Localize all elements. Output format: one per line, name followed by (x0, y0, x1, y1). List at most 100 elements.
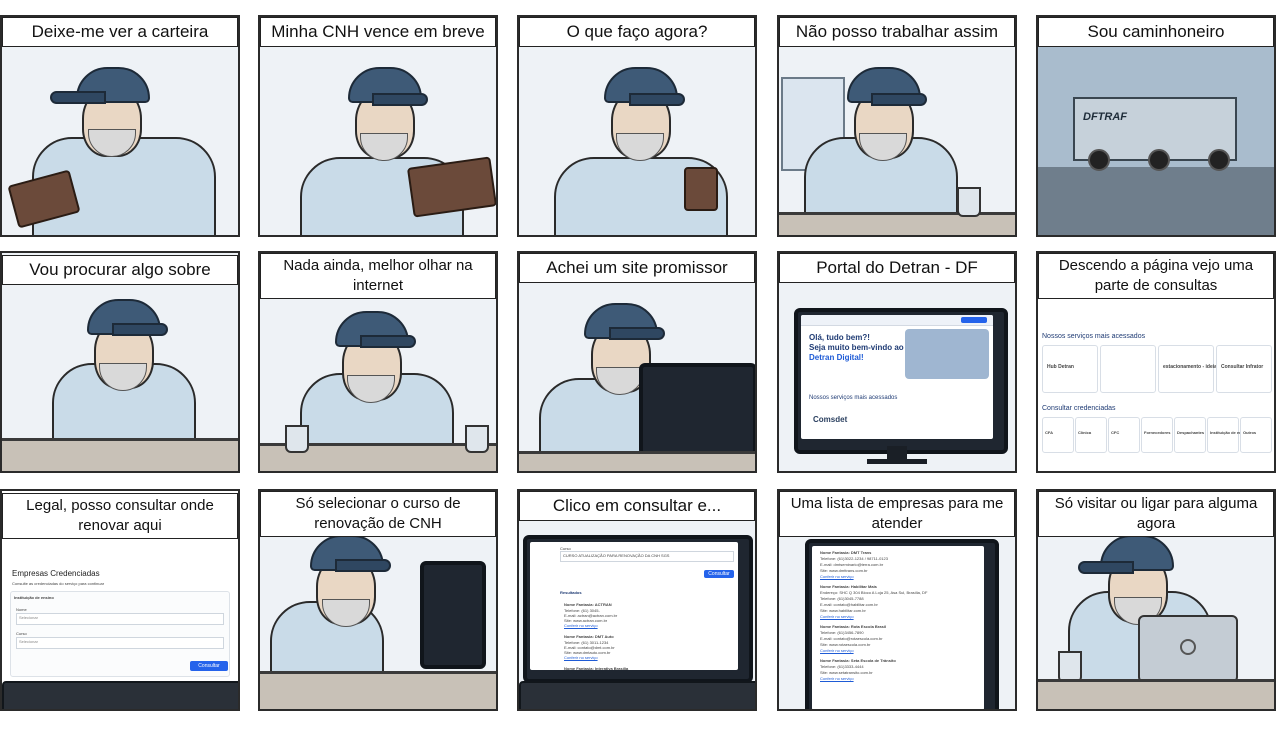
company-name: Nome Fantasia: DMT Trans (820, 550, 872, 555)
panel-caption: Sou caminhoneiro (1038, 17, 1274, 47)
panel-5: Sou caminhoneiro DFTRAF (1036, 15, 1276, 237)
company-detail: Site: www.setatransito.com.br (820, 670, 873, 675)
scene-detran-portal: Olá, tudo bem?! Seja muito bem-vindo ao … (779, 253, 1015, 471)
wallet (406, 156, 496, 218)
cup (957, 187, 981, 217)
panel-caption: Achei um site promissor (519, 253, 755, 283)
scene-resultados: Curso CURSO ATUALIZAÇÃO PARA RENOVAÇÃO D… (519, 491, 755, 709)
cred-card[interactable]: Outros (1240, 417, 1272, 453)
panel-caption: Minha CNH vence em breve (260, 17, 496, 47)
cred-card[interactable]: CFA (1042, 417, 1074, 453)
company-detail: E-mail: dmtseminario@terra.com.br (820, 562, 884, 567)
company-detail: Telefone: (61)3456-7890 (820, 630, 864, 635)
company-detail: Site: www.rotaescola.com.br (820, 642, 871, 647)
cred-card-label: Despachantes (1177, 430, 1205, 435)
panel-caption: Não posso trabalhar assim (779, 17, 1015, 47)
panel-caption: Descendo a página vejo uma parte de cons… (1038, 253, 1274, 299)
cred-card-label: CFA (1045, 430, 1053, 435)
course-select[interactable]: CURSO ATUALIZAÇÃO PARA RENOVAÇÃO DA CNH … (563, 553, 669, 558)
panel-caption: Nada ainda, melhor olhar na internet (260, 253, 496, 299)
site-brand: Detran Digital! (809, 353, 864, 362)
cred-card[interactable]: Fornecedores (1141, 417, 1173, 453)
consultar-button[interactable]: Consultar (190, 661, 228, 671)
cred-card[interactable]: CFC (1108, 417, 1140, 453)
form-subtitle: Consulte as credenciadas do serviço para… (12, 581, 105, 586)
scene-thinking (519, 17, 755, 235)
panel-caption: Legal, posso consultar onde renovar aqui (2, 493, 238, 539)
panel-15: Só visitar ou ligar para alguma agora (1036, 489, 1276, 711)
laptop (1138, 615, 1238, 683)
panel-9: Portal do Detran - DF Olá, tudo bem?! Se… (777, 251, 1017, 473)
form-section: Instituição de ensino (14, 595, 54, 600)
service-item[interactable]: Consultar Infrator (1221, 364, 1263, 370)
company-detail: Site: www.dmttrans.com.br (820, 568, 868, 573)
panel-caption: Clico em consultar e... (519, 491, 755, 521)
result-name: Nome Fantasia: DMT Auto (564, 634, 614, 639)
company-link[interactable]: Conferir no serviço (820, 648, 854, 653)
services-heading: Nossos serviços mais acessados (1042, 333, 1146, 340)
panel-14: Uma lista de empresas para me atender No… (777, 489, 1017, 711)
detran-screen: Olá, tudo bem?! Seja muito bem-vindo ao … (801, 315, 993, 439)
company-detail: E-mail: contato@habilitar.com.br (820, 602, 878, 607)
panel-11: Legal, posso consultar onde renovar aqui… (0, 489, 240, 711)
panel-7: Nada ainda, melhor olhar na internet (258, 251, 498, 473)
panel-caption: Só visitar ou ligar para alguma agora (1038, 491, 1274, 537)
field-label: Nome (16, 607, 27, 612)
panel-10: Descendo a página vejo uma parte de cons… (1036, 251, 1276, 473)
result-name: Nome Fantasia: ACTRAN (564, 602, 612, 607)
service-item[interactable]: estacionamento - ideias (1163, 364, 1220, 370)
company-name: Nome Fantasia: Seta Escola de Trânsito (820, 658, 896, 663)
field-course-select[interactable]: Selecionar (19, 639, 38, 644)
panel-8: Achei um site promissor (517, 251, 757, 473)
monitor: Olá, tudo bem?! Seja muito bem-vindo ao … (794, 308, 1008, 454)
result-link[interactable]: Conferir no serviço (564, 623, 598, 628)
service-item[interactable]: Hub Detran (1047, 364, 1074, 370)
cred-card-label: CFC (1111, 430, 1120, 435)
panel-12: Só selecionar o curso de renovação de CN… (258, 489, 498, 711)
cred-card-label: Outros (1243, 430, 1257, 435)
panel-4: Não posso trabalhar assim (777, 15, 1017, 237)
cred-card[interactable]: Despachantes (1174, 417, 1206, 453)
scene-cnh (260, 17, 496, 235)
consultar-button[interactable]: Consultar (704, 570, 734, 578)
panel-1: Deixe-me ver a carteira (0, 15, 240, 237)
company-detail: Telefone: (61)3045-7788 (820, 596, 864, 601)
company-detail: Telefone: (61)3022-1234 / 98711-0123 (820, 556, 888, 561)
panel-caption: Vou procurar algo sobre (2, 255, 238, 285)
panel-6: Vou procurar algo sobre (0, 251, 240, 473)
scene-computer (519, 253, 755, 471)
field-label: Curso (16, 631, 27, 636)
scene-truck: DFTRAF (1038, 17, 1274, 235)
field-name-select[interactable]: Selecionar (19, 615, 38, 620)
cred-card[interactable]: Clínica (1075, 417, 1107, 453)
company-link[interactable]: Conferir no serviço (820, 676, 854, 681)
cred-card-label: Clínica (1078, 430, 1092, 435)
panel-caption: Só selecionar o curso de renovação de CN… (260, 491, 496, 537)
result-link[interactable]: Conferir no serviço (564, 655, 598, 660)
company-name: Nome Fantasia: Habilitar Mais (820, 584, 877, 589)
site-greeting: Olá, tudo bem?! (809, 333, 870, 342)
company-name: Nome Fantasia: Rota Escola Brasil (820, 624, 887, 629)
panel-2: Minha CNH vence em breve (258, 15, 498, 237)
cred-card-label: Fornecedores (1144, 430, 1171, 435)
company-detail: Endereço: SHC Q 304 Bloco A Loja 25, Asa… (820, 590, 928, 595)
panel-caption: Portal do Detran - DF (779, 253, 1015, 283)
scene-wallet (2, 17, 238, 235)
company-detail: Site: www.habilitar.com.br (820, 608, 866, 613)
resultados-screen: Curso CURSO ATUALIZAÇÃO PARA RENOVAÇÃO D… (530, 542, 738, 670)
credenciadas-heading: Consultar credenciadas (1042, 405, 1116, 412)
panel-caption: Uma lista de empresas para me atender (779, 491, 1015, 537)
results-heading: Resultados (560, 590, 582, 595)
site-welcome: Seja muito bem-vindo ao (809, 343, 904, 352)
panel-13: Clico em consultar e... Curso CURSO ATUA… (517, 489, 757, 711)
cred-card[interactable]: Instituição de ensino (1207, 417, 1250, 453)
site-side-word: Comsdet (813, 415, 848, 424)
comic-grid: Deixe-me ver a carteira Minha CNH vence … (0, 15, 1280, 715)
panel-3: O que faço agora? (517, 15, 757, 237)
panel-caption: Deixe-me ver a carteira (2, 17, 238, 47)
wallet (684, 167, 718, 211)
company-link[interactable]: Conferir no serviço (820, 614, 854, 619)
scene-reading (2, 253, 238, 471)
form-title: Empresas Credenciadas (12, 569, 100, 578)
company-link[interactable]: Conferir no serviço (820, 574, 854, 579)
